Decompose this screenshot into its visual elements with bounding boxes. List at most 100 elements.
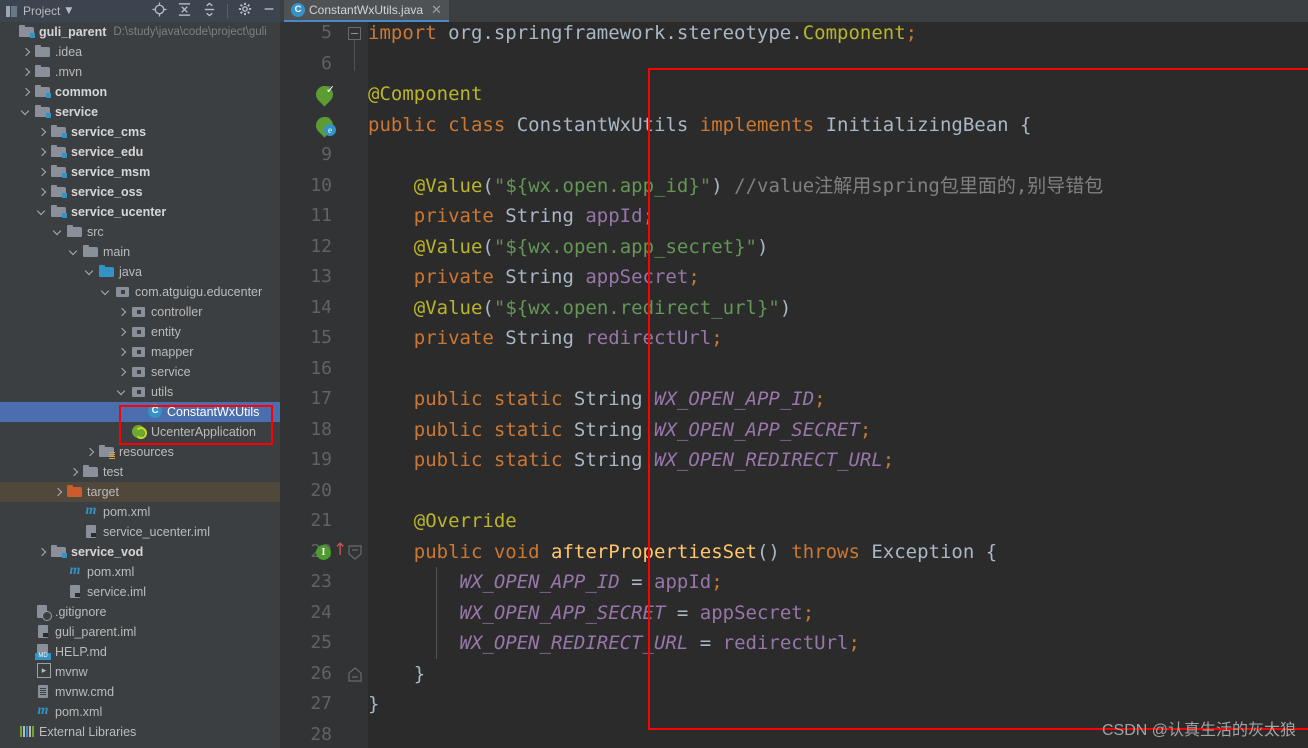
chevron-right-icon[interactable] <box>21 47 32 58</box>
minimize-icon[interactable] <box>262 2 276 20</box>
fold-region-end-icon[interactable] <box>348 666 362 684</box>
fold-region-start-icon[interactable] <box>348 544 362 562</box>
code-token: WX_OPEN_REDIRECT_URL <box>459 632 700 654</box>
chevron-right-icon[interactable] <box>117 367 128 378</box>
tree-row-test[interactable]: test <box>0 462 280 482</box>
tree-row-entity[interactable]: entity <box>0 322 280 342</box>
project-title-group[interactable]: Project ▼ <box>0 4 72 18</box>
tree-row-service-ucenter[interactable]: service_ucenter <box>0 202 280 222</box>
code-line-26[interactable]: } <box>368 659 425 690</box>
tree-row-service-vod[interactable]: service_vod <box>0 542 280 562</box>
chevron-down-icon[interactable] <box>53 227 64 238</box>
tree-row-common[interactable]: common <box>0 82 280 102</box>
tree-row-service-edu[interactable]: service_edu <box>0 142 280 162</box>
tree-row-service-ucenter-iml[interactable]: service_ucenter.iml <box>0 522 280 542</box>
tree-row-service-iml[interactable]: service.iml <box>0 582 280 602</box>
tree-row-idea[interactable]: .idea <box>0 42 280 62</box>
chevron-right-icon[interactable] <box>117 307 128 318</box>
tree-row-service-cms[interactable]: service_cms <box>0 122 280 142</box>
code-line-13[interactable]: private String appSecret; <box>368 262 700 293</box>
tree-row-service-oss[interactable]: service_oss <box>0 182 280 202</box>
tree-row-ucenterapplication[interactable]: UcenterApplication <box>0 422 280 442</box>
chevron-right-icon[interactable] <box>21 67 32 78</box>
tree-row-pom-xml[interactable]: pom.xml <box>0 702 280 722</box>
code-line-12[interactable]: @Value("${wx.open.app_secret}") <box>368 232 769 263</box>
tree-row-constantwxutils[interactable]: ConstantWxUtils <box>0 402 280 422</box>
code-line-19[interactable]: public static String WX_OPEN_REDIRECT_UR… <box>368 445 894 476</box>
code-pane[interactable]: import org.springframework.stereotype.Co… <box>368 22 1308 748</box>
chevron-down-icon[interactable] <box>101 287 112 298</box>
chevron-right-icon[interactable] <box>21 87 32 98</box>
code-line-15[interactable]: private String redirectUrl; <box>368 323 723 354</box>
chevron-down-icon[interactable] <box>37 207 48 218</box>
code-line-7[interactable]: @Component <box>368 79 482 110</box>
collapse-all-icon[interactable] <box>202 1 217 21</box>
tree-row-utils[interactable]: utils <box>0 382 280 402</box>
tree-row-external-libraries[interactable]: External Libraries <box>0 722 280 742</box>
code-line-5[interactable]: import org.springframework.stereotype.Co… <box>368 18 917 49</box>
code-line-21[interactable]: @Override <box>368 506 517 537</box>
tree-row-label: service_oss <box>71 185 143 199</box>
tree-row-mapper[interactable]: mapper <box>0 342 280 362</box>
chevron-down-icon[interactable] <box>117 387 128 398</box>
tree-row-mvnw-cmd[interactable]: mvnw.cmd <box>0 682 280 702</box>
chevron-right-icon[interactable] <box>117 327 128 338</box>
chevron-right-icon[interactable] <box>37 147 48 158</box>
locate-icon[interactable] <box>152 1 167 21</box>
fold-collapse-icon[interactable]: − <box>348 27 361 40</box>
tree-row-src[interactable]: src <box>0 222 280 242</box>
code-line-11[interactable]: private String appId; <box>368 201 654 232</box>
override-up-arrow-icon[interactable]: ↑ <box>333 541 347 558</box>
editor-gutter[interactable]: 5678910111213141516171819202122232425262… <box>280 22 368 748</box>
chevron-down-icon[interactable] <box>21 107 32 118</box>
tree-row-com-atguigu-educenter[interactable]: com.atguigu.educenter <box>0 282 280 302</box>
tree-row-service[interactable]: service <box>0 362 280 382</box>
tree-row-target[interactable]: target <box>0 482 280 502</box>
chevron-down-icon[interactable] <box>85 267 96 278</box>
chevron-right-icon[interactable] <box>53 487 64 498</box>
spring-bean-editor-icon[interactable]: e <box>312 112 337 138</box>
code-line-25[interactable]: WX_OPEN_REDIRECT_URL = redirectUrl; <box>368 628 860 659</box>
chevron-right-icon[interactable] <box>37 127 48 138</box>
code-line-27[interactable]: } <box>368 689 379 720</box>
expand-all-icon[interactable] <box>177 2 192 21</box>
chevron-right-icon[interactable] <box>85 447 96 458</box>
code-line-10[interactable]: @Value("${wx.open.app_id}") //value注解用sp… <box>368 171 1104 202</box>
gear-icon[interactable] <box>238 2 252 20</box>
chevron-right-icon[interactable] <box>37 187 48 198</box>
code-line-23[interactable]: WX_OPEN_APP_ID = appId; <box>368 567 723 598</box>
tree-row-help-md[interactable]: HELP.md <box>0 642 280 662</box>
code-line-14[interactable]: @Value("${wx.open.redirect_url}") <box>368 293 792 324</box>
code-token: WX_OPEN_REDIRECT_URL <box>654 449 883 471</box>
tree-row-main[interactable]: main <box>0 242 280 262</box>
tree-row-java[interactable]: java <box>0 262 280 282</box>
chevron-down-icon[interactable] <box>69 247 80 258</box>
chevron-right-icon[interactable] <box>37 547 48 558</box>
spring-bean-icon[interactable]: ✓ <box>312 82 337 107</box>
tree-row-mvnw[interactable]: mvnw <box>0 662 280 682</box>
chevron-right-icon[interactable] <box>37 167 48 178</box>
chevron-down-icon[interactable]: ▼ <box>65 6 72 16</box>
tree-row-mvn[interactable]: .mvn <box>0 62 280 82</box>
code-line-17[interactable]: public static String WX_OPEN_APP_ID; <box>368 384 826 415</box>
project-tree[interactable]: guli_parent D:\study\java\code\project\g… <box>0 22 280 748</box>
tree-row-pom-xml[interactable]: pom.xml <box>0 562 280 582</box>
tree-row-guli-parent-iml[interactable]: guli_parent.iml <box>0 622 280 642</box>
close-icon[interactable]: ✕ <box>431 3 442 18</box>
chevron-right-icon[interactable] <box>117 347 128 358</box>
code-line-18[interactable]: public static String WX_OPEN_APP_SECRET; <box>368 415 872 446</box>
code-line-22[interactable]: public void afterPropertiesSet() throws … <box>368 537 997 568</box>
implementing-method-icon[interactable]: I <box>316 544 331 560</box>
tree-row-resources[interactable]: resources <box>0 442 280 462</box>
tree-row-controller[interactable]: controller <box>0 302 280 322</box>
code-line-8[interactable]: public class ConstantWxUtils implements … <box>368 110 1032 141</box>
tree-row-service[interactable]: service <box>0 102 280 122</box>
tree-row-service-msm[interactable]: service_msm <box>0 162 280 182</box>
tree-row-gitignore[interactable]: .gitignore <box>0 602 280 622</box>
chevron-right-icon[interactable] <box>69 467 80 478</box>
tree-row-root[interactable]: guli_parent D:\study\java\code\project\g… <box>0 22 280 42</box>
code-line-24[interactable]: WX_OPEN_APP_SECRET = appSecret; <box>368 598 815 629</box>
tree-row-pom-xml[interactable]: pom.xml <box>0 502 280 522</box>
